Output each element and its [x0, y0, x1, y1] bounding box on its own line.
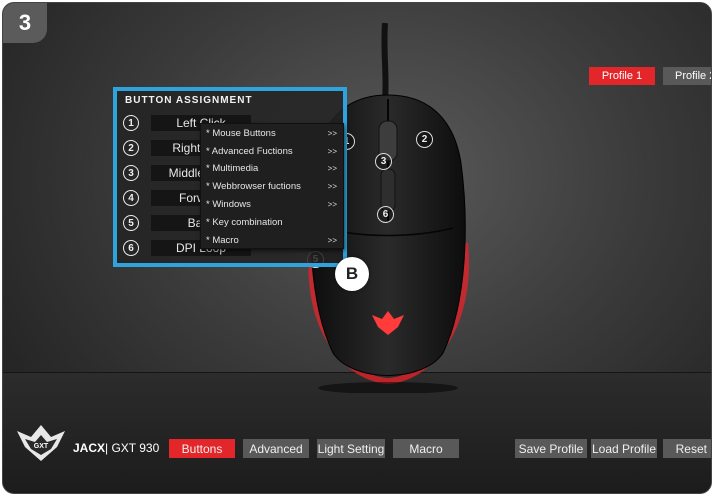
menu-item-label: * Webbrowser fuctions	[206, 180, 301, 192]
load-profile-button[interactable]: Load Profile	[591, 439, 657, 458]
slot-number-3: 3	[123, 165, 139, 181]
save-profile-button[interactable]: Save Profile	[515, 439, 587, 458]
menu-item-webbrowser-fuctions[interactable]: * Webbrowser fuctions >>	[206, 179, 337, 193]
menu-item-key-combination[interactable]: * Key combination	[206, 215, 337, 229]
slot-number-6: 6	[123, 240, 139, 256]
slot-number-1: 1	[123, 115, 139, 131]
tab-advanced[interactable]: Advanced	[243, 439, 309, 458]
app-window: 3 Profile 1 Profile 2 2 3 6 BUTTON ASSIG…	[2, 2, 712, 494]
submenu-arrow-icon: >>	[327, 128, 337, 138]
submenu-arrow-icon: >>	[327, 235, 337, 245]
menu-item-advanced-fuctions[interactable]: * Advanced Fuctions >>	[206, 144, 337, 158]
mouse-callout-6: 6	[377, 206, 394, 223]
tab-light-setting[interactable]: Light Setting	[317, 439, 385, 458]
tab-macro[interactable]: Macro	[393, 439, 459, 458]
profile-1-button[interactable]: Profile 1	[589, 67, 655, 85]
menu-item-label: * Macro	[206, 234, 239, 246]
menu-item-label: * Advanced Fuctions	[206, 145, 293, 157]
step-badge: 3	[3, 3, 47, 43]
submenu-arrow-icon: >>	[327, 163, 337, 173]
menu-item-label: * Windows	[206, 198, 251, 210]
menu-item-label: * Mouse Buttons	[206, 127, 276, 139]
slot-number-4: 4	[123, 190, 139, 206]
mouse-callout-2: 2	[416, 131, 433, 148]
slot-number-5: 5	[123, 215, 139, 231]
menu-item-macro[interactable]: * Macro >>	[206, 233, 337, 247]
menu-item-windows[interactable]: * Windows >>	[206, 197, 337, 211]
mouse-callout-3: 3	[375, 153, 392, 170]
slot-number-2: 2	[123, 140, 139, 156]
menu-item-multimedia[interactable]: * Multimedia >>	[206, 161, 337, 175]
menu-item-mouse-buttons[interactable]: * Mouse Buttons >>	[206, 126, 337, 140]
menu-item-label: * Multimedia	[206, 162, 259, 174]
menu-item-label: * Key combination	[206, 216, 283, 228]
function-dropdown-menu: * Mouse Buttons >> * Advanced Fuctions >…	[200, 123, 344, 249]
submenu-arrow-icon: >>	[327, 199, 337, 209]
profile-2-button[interactable]: Profile 2	[663, 67, 711, 85]
submenu-arrow-icon: >>	[327, 181, 337, 191]
reset-button[interactable]: Reset	[663, 439, 711, 458]
submenu-arrow-icon: >>	[327, 146, 337, 156]
annotation-badge-b: B	[335, 257, 369, 291]
tab-buttons[interactable]: Buttons	[169, 439, 235, 458]
panel-title: BUTTON ASSIGNMENT	[125, 95, 253, 106]
bottom-toolbar: Buttons Advanced Light Setting Macro Sav…	[3, 439, 711, 459]
